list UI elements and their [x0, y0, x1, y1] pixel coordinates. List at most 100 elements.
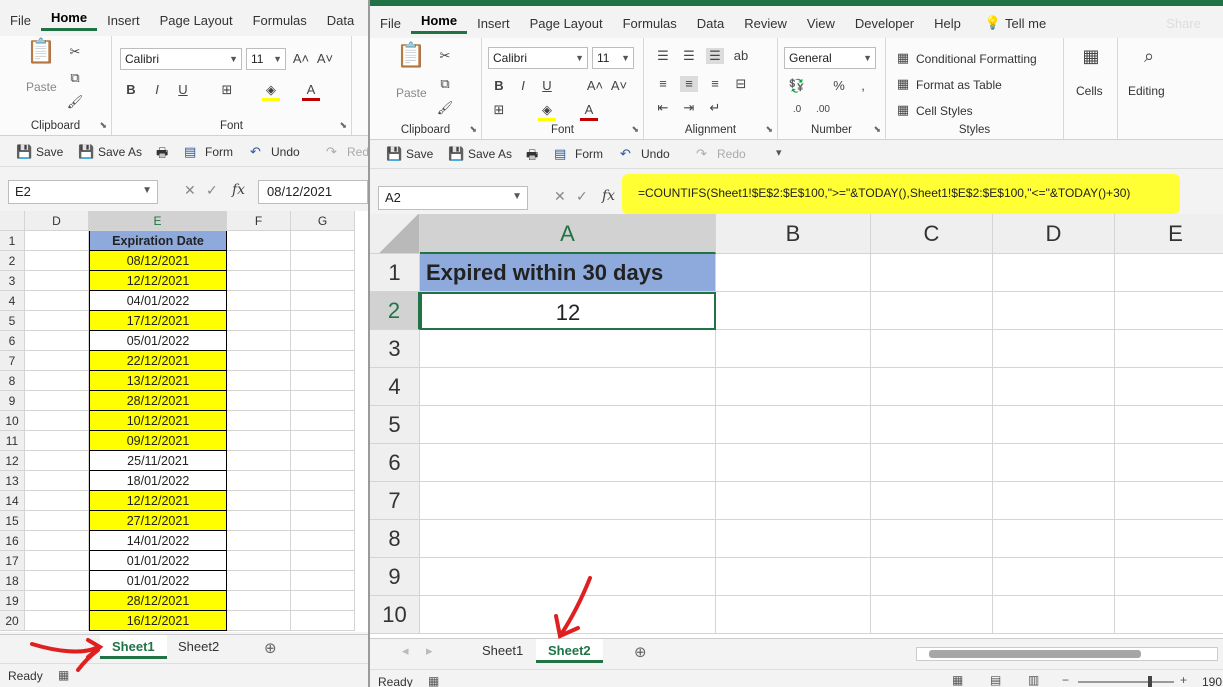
grid-cell[interactable] [993, 482, 1115, 520]
undo-icon[interactable]: ↶ [250, 144, 261, 160]
grid-cell[interactable] [716, 406, 871, 444]
italic-icon[interactable]: I [514, 78, 532, 94]
save-icon[interactable]: 💾 [386, 146, 402, 162]
scrollbar-thumb[interactable] [929, 650, 1141, 658]
date-cell[interactable]: 28/12/2021 [89, 391, 227, 411]
column-header[interactable]: C [871, 214, 993, 254]
page-layout-view-icon[interactable]: ▤ [990, 673, 1001, 687]
grid-cell[interactable] [871, 558, 993, 596]
select-all-corner[interactable] [370, 214, 420, 254]
dialog-launcher-icon[interactable]: ⬊ [873, 124, 881, 135]
column-header[interactable]: G [291, 211, 355, 231]
row-header[interactable]: 8 [370, 520, 420, 558]
grid-cell[interactable] [1115, 406, 1223, 444]
grid-cell[interactable] [227, 371, 291, 391]
header-cell[interactable]: Expired within 30 days [420, 254, 716, 292]
save-as-icon[interactable]: 💾 [448, 146, 464, 162]
grid-cell[interactable] [291, 251, 355, 271]
tab-home[interactable]: Home [40, 10, 98, 31]
row-header[interactable]: 6 [370, 444, 420, 482]
spreadsheet-grid[interactable]: D E F G 1 Expiration Date 2 08/12/2021 3 12/12/20… [0, 211, 368, 632]
conditional-formatting-icon[interactable]: ▦ [894, 50, 912, 66]
redo-button[interactable]: Red [347, 145, 368, 159]
grid-cell[interactable] [1115, 482, 1223, 520]
decrease-font-icon[interactable]: A˅ [316, 51, 334, 67]
grid-cell[interactable] [291, 471, 355, 491]
increase-font-icon[interactable]: A˄ [292, 51, 310, 67]
grid-cell[interactable] [1115, 558, 1223, 596]
merge-center-icon[interactable]: ⊟ [732, 76, 750, 92]
date-cell[interactable]: 09/12/2021 [89, 431, 227, 451]
grid-cell[interactable] [716, 520, 871, 558]
grid-cell[interactable] [25, 231, 89, 251]
grid-cell[interactable] [716, 482, 871, 520]
grid-cell[interactable] [716, 596, 871, 634]
grid-cell[interactable] [25, 531, 89, 551]
grid-cell[interactable] [291, 331, 355, 351]
row-header[interactable]: 14 [0, 491, 25, 511]
date-cell[interactable]: 04/01/2022 [89, 291, 227, 311]
grid-cell[interactable] [291, 491, 355, 511]
column-header[interactable]: E [89, 211, 227, 231]
grid-cell[interactable] [420, 368, 716, 406]
grid-cell[interactable] [716, 444, 871, 482]
align-top-icon[interactable]: ☰ [654, 48, 672, 64]
grid-cell[interactable] [227, 431, 291, 451]
column-header[interactable]: D [993, 214, 1115, 254]
grid-cell[interactable] [871, 368, 993, 406]
sheet-tab-sheet2[interactable]: Sheet2 [166, 635, 231, 659]
zoom-slider[interactable] [1078, 676, 1174, 687]
grid-cell[interactable] [227, 531, 291, 551]
grid-cell[interactable] [291, 511, 355, 531]
column-header[interactable]: F [227, 211, 291, 231]
cut-icon[interactable]: ✂ [66, 44, 84, 60]
grid-cell[interactable] [871, 596, 993, 634]
row-header[interactable]: 5 [370, 406, 420, 444]
row-header[interactable]: 13 [0, 471, 25, 491]
grid-cell[interactable] [716, 558, 871, 596]
save-button[interactable]: Save [36, 145, 63, 159]
grid-cell[interactable] [25, 411, 89, 431]
font-size-combo[interactable]: 11 ▼ [592, 47, 634, 69]
horizontal-scrollbar[interactable] [916, 647, 1218, 661]
grid-cell[interactable] [291, 351, 355, 371]
row-header[interactable]: 2 [0, 251, 25, 271]
grid-cell[interactable] [1115, 330, 1223, 368]
form-icon[interactable]: ▤ [184, 144, 196, 160]
grid-cell[interactable] [716, 368, 871, 406]
grid-cell[interactable] [993, 292, 1115, 330]
date-cell[interactable]: 10/12/2021 [89, 411, 227, 431]
grid-cell[interactable] [25, 511, 89, 531]
row-header[interactable]: 1 [370, 254, 420, 292]
header-cell[interactable]: Expiration Date [89, 231, 227, 251]
increase-font-icon[interactable]: A˄ [586, 78, 604, 94]
grid-cell[interactable] [993, 368, 1115, 406]
cell-styles-button[interactable]: Cell Styles [916, 104, 973, 118]
row-header[interactable]: 9 [370, 558, 420, 596]
form-button[interactable]: Form [575, 147, 603, 161]
grid-cell[interactable] [25, 591, 89, 611]
fx-icon[interactable]: fx [232, 182, 245, 198]
grid-cell[interactable] [993, 596, 1115, 634]
font-color-icon[interactable]: A [580, 102, 598, 121]
grid-cell[interactable] [716, 254, 871, 292]
align-center-icon[interactable]: ≡ [680, 76, 698, 92]
grid-cell[interactable] [227, 451, 291, 471]
grid-cell[interactable] [227, 471, 291, 491]
grid-cell[interactable] [25, 451, 89, 471]
grid-cell[interactable] [1115, 292, 1223, 330]
tab-data[interactable]: Data [317, 13, 364, 28]
grid-cell[interactable] [420, 444, 716, 482]
enter-icon[interactable]: ✓ [576, 188, 588, 205]
row-header[interactable]: 18 [0, 571, 25, 591]
decrease-decimal-icon[interactable]: .00 [814, 102, 832, 118]
dialog-launcher-icon[interactable]: ⬊ [339, 120, 347, 131]
borders-icon[interactable]: ⊞ [490, 102, 508, 118]
tab-developer[interactable]: Developer [845, 16, 924, 31]
tab-help[interactable]: Help [924, 16, 971, 31]
grid-cell[interactable] [993, 330, 1115, 368]
grid-cell[interactable] [227, 351, 291, 371]
grid-cell[interactable] [291, 291, 355, 311]
grid-cell[interactable] [1115, 254, 1223, 292]
spreadsheet-grid[interactable]: A B C D E 1 Expired within 30 days 2 12 3 4 5 6 7 8 9 10 [370, 214, 1223, 638]
